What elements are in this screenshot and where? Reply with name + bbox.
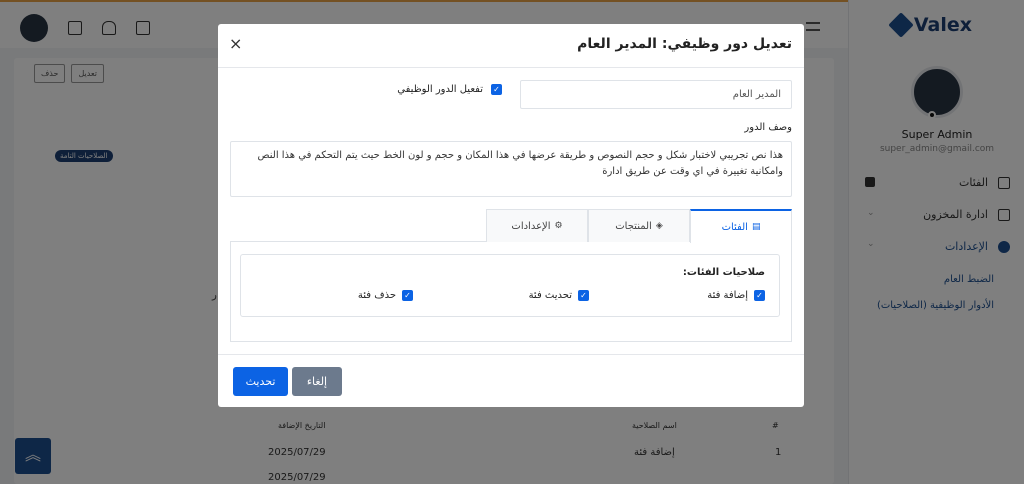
permission-delete-category[interactable]: ✓ حذف فئة xyxy=(358,290,413,301)
role-description-label: وصف الدور xyxy=(744,122,792,133)
permission-update-category[interactable]: ✓ تحديث فئة xyxy=(529,290,589,301)
permissions-box: صلاحيات الفئات: ✓ إضافة فئة ✓ تحديث فئة … xyxy=(240,254,780,317)
update-button[interactable]: تحديث xyxy=(233,367,288,396)
role-description-textarea[interactable]: هذا نص تجريبي لاختبار شكل و حجم النصوص و… xyxy=(230,141,792,197)
tab-categories[interactable]: ▤ الفئات xyxy=(690,209,792,243)
activate-role-toggle[interactable]: ✓ تفعيل الدور الوظيفي xyxy=(397,84,502,95)
checkbox-checked-icon[interactable]: ✓ xyxy=(491,84,502,95)
checkbox-checked-icon[interactable]: ✓ xyxy=(402,290,413,301)
tab-label: الإعدادات xyxy=(511,220,551,232)
tab-settings[interactable]: ⚙ الإعدادات xyxy=(486,209,588,242)
modal-header: تعديل دور وظيفي: المدير العام × xyxy=(218,24,804,68)
checkbox-checked-icon[interactable]: ✓ xyxy=(754,290,765,301)
permission-label: إضافة فئة xyxy=(707,290,748,301)
cogs-icon: ⚙ xyxy=(554,221,563,231)
tab-products[interactable]: ◈ المنتجات xyxy=(588,209,690,242)
permission-label: تحديث فئة xyxy=(528,290,572,301)
permission-label: حذف فئة xyxy=(357,290,396,301)
activate-role-label: تفعيل الدور الوظيفي xyxy=(397,84,483,95)
checkbox-checked-icon[interactable]: ✓ xyxy=(578,290,589,301)
tab-label: الفئات xyxy=(721,221,748,233)
permissions-title: صلاحيات الفئات: xyxy=(682,267,765,278)
modal-title: تعديل دور وظيفي: المدير العام xyxy=(577,36,792,52)
tab-label: المنتجات xyxy=(615,220,652,232)
edit-role-modal: تعديل دور وظيفي: المدير العام × ✓ تفعيل … xyxy=(218,24,804,407)
permission-add-category[interactable]: ✓ إضافة فئة xyxy=(707,290,765,301)
permissions-tabs: ▤ الفئات ◈ المنتجات ⚙ الإعدادات xyxy=(230,209,792,243)
cancel-button[interactable]: إلغاء xyxy=(292,367,342,396)
close-icon[interactable]: × xyxy=(229,34,242,53)
role-name-input[interactable] xyxy=(520,80,792,109)
categories-tab-pane: صلاحيات الفئات: ✓ إضافة فئة ✓ تحديث فئة … xyxy=(230,242,792,342)
cube-icon: ◈ xyxy=(655,221,663,231)
list-icon: ▤ xyxy=(751,222,761,232)
modal-footer: إلغاء تحديث xyxy=(218,354,804,407)
